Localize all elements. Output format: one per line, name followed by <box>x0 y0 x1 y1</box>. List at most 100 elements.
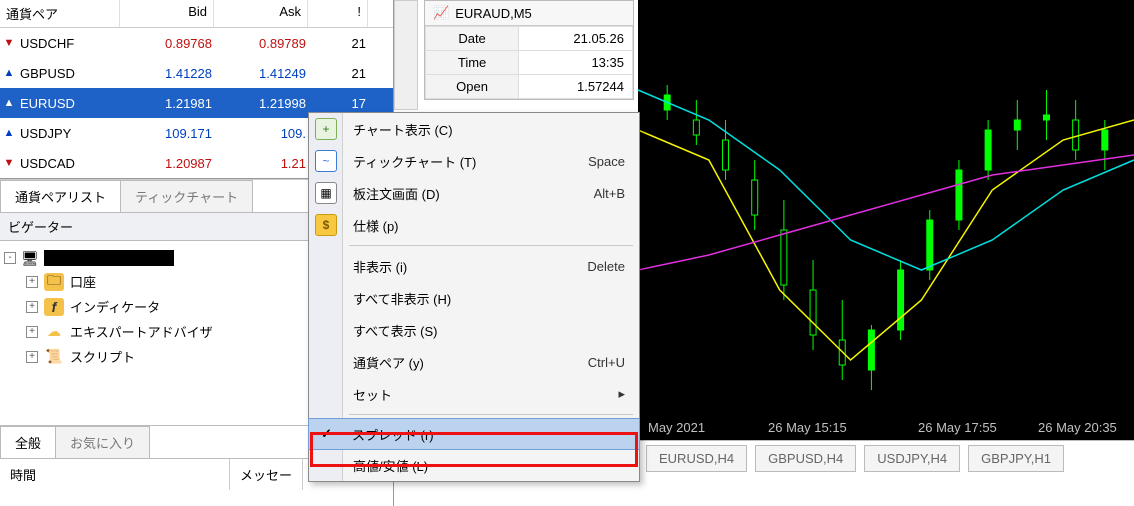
quote-ask: 109. <box>212 126 306 141</box>
menu-high-low[interactable]: 高値/安値 (L) <box>309 449 639 481</box>
scrollbar[interactable] <box>394 0 418 110</box>
arrow-up-icon: ▲ <box>0 127 18 139</box>
menu-spread[interactable]: スプレッド (r) <box>308 418 640 450</box>
arrow-up-icon: ▲ <box>0 97 18 109</box>
chart-tab[interactable]: EURUSD,H4 <box>646 445 747 472</box>
menu-depth[interactable]: ▦ 板注文画面 (D) Alt+B <box>309 177 639 209</box>
col-message[interactable]: メッセー <box>230 459 303 490</box>
data-window: 📈 EURAUD,M5 Date 21.05.26 Time 13:35 Ope… <box>424 0 634 100</box>
menu-label: スプレッド (r) <box>352 425 626 444</box>
col-bid[interactable]: Bid <box>120 0 214 27</box>
tree-label: 口座 <box>70 272 96 291</box>
menu-hide-all[interactable]: すべて非表示 (H) <box>309 282 639 314</box>
tree-collapse-icon[interactable]: - <box>4 252 16 264</box>
col-ask[interactable]: Ask <box>214 0 308 27</box>
x-tick: May 2021 <box>648 420 705 435</box>
menu-accel: Ctrl+U <box>588 355 625 370</box>
col-time[interactable]: 時間 <box>0 459 230 490</box>
menu-show-all[interactable]: すべて表示 (S) <box>309 314 639 346</box>
quote-symbol: USDCHF <box>18 36 118 51</box>
quote-bid: 109.171 <box>118 126 212 141</box>
menu-hide[interactable]: 非表示 (i) Delete <box>309 250 639 282</box>
data-row: Time 13:35 <box>426 51 633 75</box>
chart-icon: 📈 <box>433 5 449 21</box>
chart-tab-bar: EURUSD,H4 GBPUSD,H4 USDJPY,H4 GBPJPY,H1 <box>638 440 1134 476</box>
terminal-icon: 🖥 <box>20 249 40 267</box>
quote-ask: 1.21 <box>212 156 306 171</box>
menu-chart-window[interactable]: + チャート表示 (C) <box>309 113 639 145</box>
menu-label: セット <box>353 385 618 404</box>
tab-tick-chart[interactable]: ティックチャート <box>120 180 253 212</box>
menu-separator <box>349 414 633 415</box>
dw-time-label: Time <box>426 51 519 75</box>
price-chart[interactable]: May 2021 26 May 15:15 26 May 17:55 26 Ma… <box>638 0 1134 440</box>
quote-ask: 1.21998 <box>212 96 306 111</box>
menu-accel: Space <box>588 154 625 169</box>
tree-expand-icon[interactable]: + <box>26 276 38 288</box>
submenu-arrow-icon: ▸ <box>618 386 625 402</box>
quote-spread: 21 <box>306 66 366 81</box>
chart-tab[interactable]: GBPJPY,H1 <box>968 445 1064 472</box>
dw-time-value: 13:35 <box>519 51 633 75</box>
menu-label: 通貨ペア (y) <box>353 353 588 372</box>
quote-ask: 0.89789 <box>212 36 306 51</box>
tab-general[interactable]: 全般 <box>0 426 56 458</box>
tab-symbol-list[interactable]: 通貨ペアリスト <box>0 180 121 212</box>
menu-symbols[interactable]: 通貨ペア (y) Ctrl+U <box>309 346 639 378</box>
data-window-title-row: 📈 EURAUD,M5 <box>425 1 633 26</box>
quote-bid: 1.21981 <box>118 96 212 111</box>
chart-window-icon: + <box>315 118 337 140</box>
x-tick: 26 May 17:55 <box>918 420 997 435</box>
spec-icon: $ <box>315 214 337 236</box>
quote-bid: 1.20987 <box>118 156 212 171</box>
menu-label: 高値/安値 (L) <box>353 456 625 475</box>
quote-row[interactable]: ▼ USDCHF 0.89768 0.89789 21 <box>0 28 393 58</box>
quote-row[interactable]: ▲ GBPUSD 1.41228 1.41249 21 <box>0 58 393 88</box>
arrow-down-icon: ▼ <box>0 157 18 169</box>
dw-open-label: Open <box>426 75 519 99</box>
x-tick: 26 May 15:15 <box>768 420 847 435</box>
menu-separator <box>349 245 633 246</box>
tick-chart-icon: ~ <box>315 150 337 172</box>
menu-tick-chart[interactable]: ~ ティックチャート (T) Space <box>309 145 639 177</box>
quote-symbol: USDJPY <box>18 126 118 141</box>
tree-expand-icon[interactable]: + <box>26 326 38 338</box>
menu-accel: Delete <box>587 259 625 274</box>
menu-set[interactable]: セット ▸ <box>309 378 639 410</box>
chart-tab[interactable]: GBPUSD,H4 <box>755 445 856 472</box>
data-window-table: Date 21.05.26 Time 13:35 Open 1.57244 <box>425 26 633 99</box>
menu-label: ティックチャート (T) <box>353 152 588 171</box>
tab-favorites[interactable]: お気に入り <box>55 426 150 458</box>
x-tick: 26 May 20:35 <box>1038 420 1117 435</box>
dw-date-value: 21.05.26 <box>519 27 633 51</box>
script-icon: 📜 <box>44 348 64 366</box>
dw-open-value: 1.57244 <box>519 75 633 99</box>
expert-icon: ☁ <box>44 323 64 341</box>
quote-symbol: USDCAD <box>18 156 118 171</box>
menu-label: 板注文画面 (D) <box>353 184 594 203</box>
quote-spread: 17 <box>306 96 366 111</box>
menu-spec[interactable]: $ 仕様 (p) <box>309 209 639 241</box>
tree-label: スクリプト <box>70 347 135 366</box>
quote-symbol: GBPUSD <box>18 66 118 81</box>
depth-icon: ▦ <box>315 182 337 204</box>
arrow-down-icon: ▼ <box>0 37 18 49</box>
col-spread[interactable]: ! <box>308 0 368 27</box>
col-symbol[interactable]: 通貨ペア <box>0 0 120 27</box>
quote-symbol: EURUSD <box>18 96 118 111</box>
quote-ask: 1.41249 <box>212 66 306 81</box>
tree-expand-icon[interactable]: + <box>26 301 38 313</box>
chart-tab[interactable]: USDJPY,H4 <box>864 445 960 472</box>
menu-label: チャート表示 (C) <box>353 120 625 139</box>
quote-bid: 1.41228 <box>118 66 212 81</box>
quotes-header-row: 通貨ペア Bid Ask ! <box>0 0 393 28</box>
menu-label: 仕様 (p) <box>353 216 625 235</box>
quote-spread: 21 <box>306 36 366 51</box>
menu-label: 非表示 (i) <box>353 257 587 276</box>
dw-date-label: Date <box>426 27 519 51</box>
tree-label: インディケータ <box>70 297 160 316</box>
indicator-icon: f <box>44 298 64 316</box>
context-menu: + チャート表示 (C) ~ ティックチャート (T) Space ▦ 板注文画… <box>308 112 640 482</box>
tree-expand-icon[interactable]: + <box>26 351 38 363</box>
quote-bid: 0.89768 <box>118 36 212 51</box>
